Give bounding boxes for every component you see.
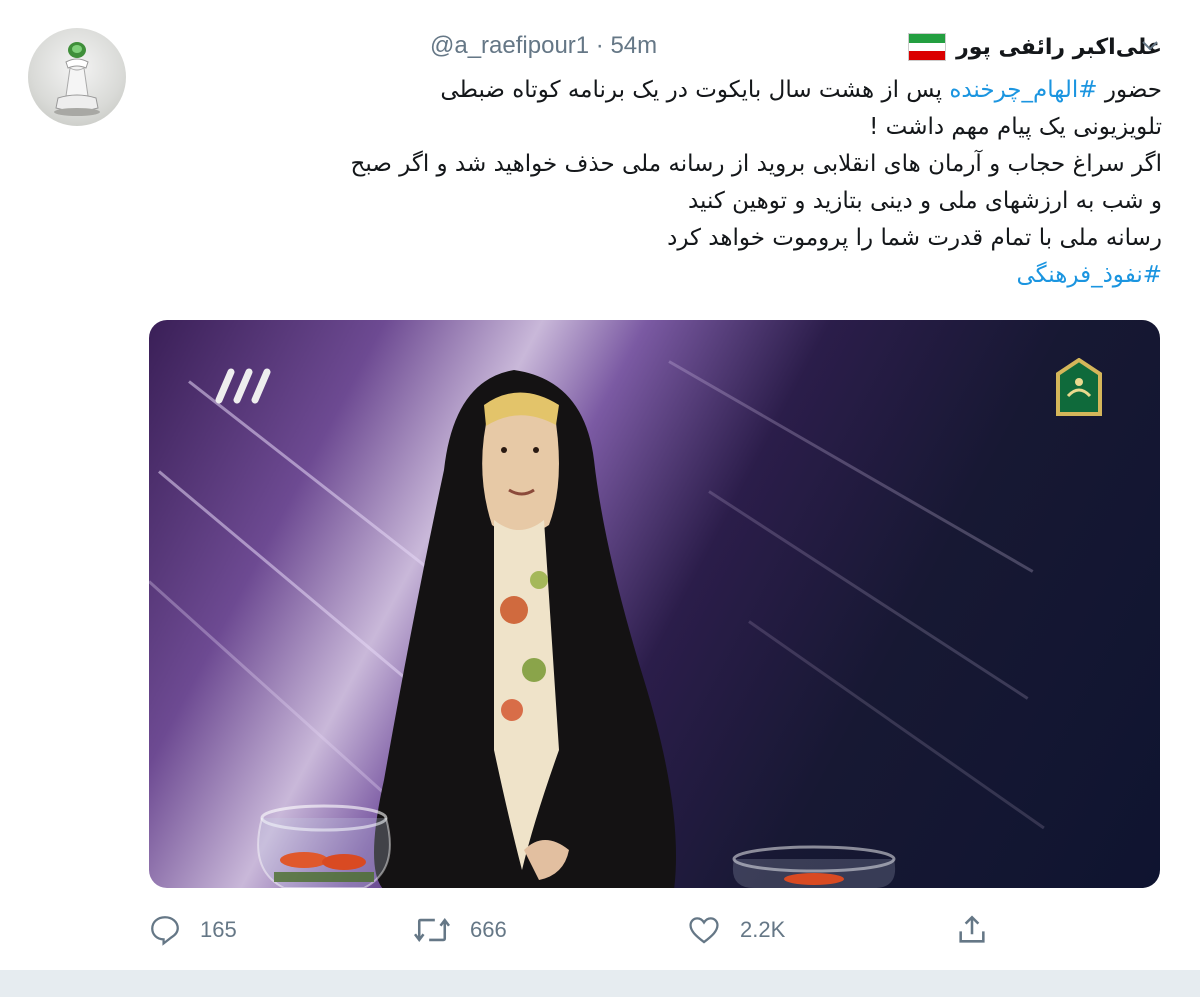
tweet-line-text: رسانه ملی با تمام قدرت شما را پروموت خوا… [667,225,1162,251]
handle-and-timestamp[interactable]: @a_raefipour1 · 54m [430,32,657,60]
chess-pawn-avatar-image [54,42,100,116]
tweet-header: علی‌اکبر رائفی پور [908,30,1162,64]
tweet-line: و شب به ارزشهای ملی و دینی بتازید و توهی… [150,183,1162,220]
share-button[interactable] [955,908,989,952]
tweet-line: اگر سراغ حجاب و آرمان های انقلابی بروید … [150,146,1162,183]
fish-bowl-left [257,804,391,888]
reply-icon [151,916,179,946]
tweet-line-text: حضور [1097,77,1162,103]
tweet-line-text: تلویزیونی یک پیام مهم داشت ! [869,114,1162,140]
display-name[interactable]: علی‌اکبر رائفی پور [956,35,1162,60]
retweet-icon [413,917,451,943]
light-streak [748,620,1045,830]
iran-flag-icon [908,33,947,61]
tweet-line: حضور #الهام_چرخنده پس از هشت سال بایکوت … [150,72,1162,109]
retweet-count: 666 [470,917,507,942]
hashtag-link[interactable]: #الهام_چرخنده [949,77,1097,103]
fish-bowl-right [732,845,896,888]
tweet-line: رسانه ملی با تمام قدرت شما را پروموت خوا… [150,220,1162,257]
tweet-line-text: پس از هشت سال بایکوت در یک برنامه کوتاه … [440,77,950,103]
light-streak [668,360,1034,573]
like-count: 2.2K [740,917,786,942]
reply-button[interactable]: 165 [148,908,237,952]
tweet-actions: 165 666 2.2K [140,908,1020,952]
timeline-separator [0,970,1200,997]
reply-count: 165 [200,917,237,942]
light-streak [708,490,1029,700]
heart-icon [689,917,719,944]
tweet-media-image[interactable] [149,320,1160,888]
chevron-down-icon[interactable] [1140,36,1160,56]
avatar[interactable] [28,28,126,126]
program-badge-logo [1056,358,1102,416]
retweet-button[interactable]: 666 [412,908,507,952]
hashtag-link[interactable]: #نفوذ_فرهنگی [1016,262,1162,288]
tweet-line-text: و شب به ارزشهای ملی و دینی بتازید و توهی… [687,188,1162,214]
tv-channel-logo [215,368,271,404]
tweet-text: حضور #الهام_چرخنده پس از هشت سال بایکوت … [150,72,1162,294]
tweet-card[interactable]: علی‌اکبر رائفی پور @a_raefipour1 · 54m ح… [0,0,1200,970]
share-icon [959,915,985,943]
tweet-line: تلویزیونی یک پیام مهم داشت ! [150,109,1162,146]
tweet-line-text: اگر سراغ حجاب و آرمان های انقلابی بروید … [350,151,1162,177]
tweet-line: #نفوذ_فرهنگی [150,257,1162,294]
like-button[interactable]: 2.2K [686,908,785,952]
